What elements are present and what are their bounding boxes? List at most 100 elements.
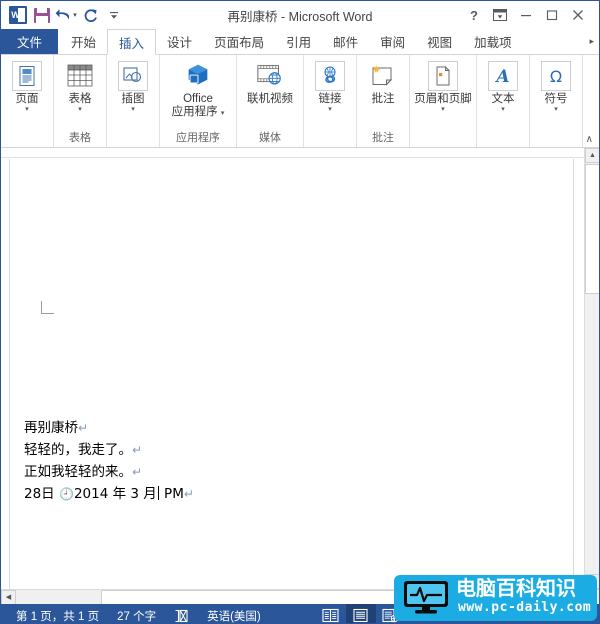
document-page[interactable]: 再别康桥↵ 轻轻的，我走了。↵ 正如我轻轻的来。↵ 28日 🕘2014 年 3 … xyxy=(9,159,574,589)
tab-home[interactable]: 开始 xyxy=(60,29,107,54)
ribbon-group-label-text xyxy=(477,130,529,147)
tab-references[interactable]: 引用 xyxy=(275,29,322,54)
ribbon-group-symbols: Ω 符号 ▾ xyxy=(530,55,583,147)
svg-text:Ω: Ω xyxy=(550,67,562,86)
view-buttons xyxy=(316,604,406,623)
horizontal-scroll-thumb[interactable] xyxy=(101,589,491,605)
tab-page-layout[interactable]: 页面布局 xyxy=(203,29,275,54)
ribbon-group-comments: 批注 批注 xyxy=(357,55,410,147)
vertical-scroll-thumb[interactable] xyxy=(585,164,599,294)
print-layout-view-button[interactable] xyxy=(345,604,376,623)
clock-icon: 🕘 xyxy=(58,487,74,501)
doc-line-4-text: 2014 年 3 月 xyxy=(73,486,157,502)
save-button[interactable] xyxy=(31,4,53,26)
customize-qat-button[interactable] xyxy=(103,4,125,26)
title-bar: W ▾ 再别康桥 - Microsoft Word ? xyxy=(1,1,599,29)
online-video-button[interactable]: 联机视频 xyxy=(237,59,303,106)
minimize-button[interactable] xyxy=(513,4,539,26)
tab-mailings[interactable]: 邮件 xyxy=(322,29,369,54)
paragraph-mark: ↵ xyxy=(132,443,143,457)
table-caret-icon[interactable]: ▾ xyxy=(78,106,82,114)
redo-button[interactable] xyxy=(79,4,101,26)
doc-line-1: 再别康桥↵ xyxy=(24,417,194,439)
ribbon-group-label-header-footer xyxy=(410,130,476,147)
doc-line-4-suffix: PM xyxy=(159,486,184,502)
doc-line-4: 28日 🕘2014 年 3 月 PM↵ xyxy=(24,483,194,505)
collapse-ribbon-button[interactable]: ∧ xyxy=(586,134,593,145)
pages-caret-icon[interactable]: ▾ xyxy=(25,106,29,114)
tab-overflow-arrow[interactable]: ▸ xyxy=(584,29,599,54)
ribbon-group-apps: Office 应用程序 ▾ 应用程序 xyxy=(160,55,237,147)
tab-view[interactable]: 视图 xyxy=(416,29,463,54)
text-caret-icon[interactable]: ▾ xyxy=(501,106,505,114)
text-label: 文本 xyxy=(491,93,515,105)
svg-text:A: A xyxy=(494,67,509,87)
web-layout-view-button[interactable] xyxy=(376,604,406,623)
link-icon xyxy=(315,61,345,91)
tab-addins[interactable]: 加载项 xyxy=(463,29,523,54)
minimize-icon xyxy=(521,15,531,17)
restore-button[interactable] xyxy=(539,4,565,26)
word-count-status[interactable]: 27 个字 xyxy=(108,604,165,623)
chevron-down-icon xyxy=(110,12,118,19)
page-number-status[interactable]: 第 1 页，共 1 页 xyxy=(7,604,108,623)
ribbon-group-pages: 页面 ▾ xyxy=(1,55,54,147)
illustrations-button[interactable]: 插图 ▾ xyxy=(107,59,159,114)
proofing-status[interactable] xyxy=(165,604,198,623)
link-button[interactable]: 链接 ▾ xyxy=(304,59,356,114)
header-footer-caret-icon[interactable]: ▾ xyxy=(441,106,445,114)
header-footer-button[interactable]: 页眉和页脚 ▾ xyxy=(410,59,476,114)
paragraph-mark: ↵ xyxy=(78,421,89,435)
close-icon xyxy=(573,10,583,20)
ribbon-display-options-button[interactable] xyxy=(487,4,513,26)
pages-icon xyxy=(12,61,42,91)
text-icon: A xyxy=(488,61,518,91)
text-button[interactable]: A 文本 ▾ xyxy=(477,59,529,114)
table-button[interactable]: 表格 ▾ xyxy=(54,59,106,114)
scroll-up-button[interactable]: ▲ xyxy=(585,148,599,163)
window-controls: ? xyxy=(461,4,599,26)
ribbon-group-label-links xyxy=(304,130,356,147)
pages-button[interactable]: 页面 ▾ xyxy=(1,59,53,114)
doc-line-3: 正如我轻轻的来。↵ xyxy=(24,461,194,483)
help-icon: ? xyxy=(470,7,478,23)
ribbon-group-media: 联机视频 媒体 xyxy=(237,55,304,147)
document-text[interactable]: 再别康桥↵ 轻轻的，我走了。↵ 正如我轻轻的来。↵ 28日 🕘2014 年 3 … xyxy=(24,417,194,505)
read-mode-view-button[interactable] xyxy=(316,604,346,623)
language-status[interactable]: 英语(美国) xyxy=(198,604,270,623)
undo-button[interactable]: ▾ xyxy=(55,4,77,26)
online-video-icon xyxy=(255,61,285,91)
undo-dropdown-caret[interactable]: ▾ xyxy=(73,11,77,19)
horizontal-scrollbar[interactable]: ◀ xyxy=(1,589,599,605)
symbol-caret-icon[interactable]: ▾ xyxy=(554,106,558,114)
scroll-down-button[interactable]: ▼ xyxy=(585,574,599,589)
status-bar: 第 1 页，共 1 页 27 个字 英语(美国) xyxy=(1,604,599,623)
ribbon-options-icon xyxy=(493,9,507,21)
doc-line-2: 轻轻的，我走了。↵ xyxy=(24,439,194,461)
tab-review[interactable]: 审阅 xyxy=(369,29,416,54)
symbol-icon: Ω xyxy=(541,61,571,91)
illustrations-caret-icon[interactable]: ▾ xyxy=(131,106,135,114)
close-button[interactable] xyxy=(565,4,591,26)
scroll-left-button[interactable]: ◀ xyxy=(1,589,16,605)
ribbon: 页面 ▾ 表格 ▾ 表格 插图 ▾ Office 应用程序 ▾ 应用程序 联机视… xyxy=(1,55,599,148)
symbol-button[interactable]: Ω 符号 ▾ xyxy=(530,59,582,114)
paragraph-mark: ↵ xyxy=(132,465,143,479)
horizontal-scroll-track[interactable] xyxy=(16,589,599,605)
help-button[interactable]: ? xyxy=(461,4,487,26)
ribbon-group-text: A 文本 ▾ xyxy=(477,55,530,147)
tab-file[interactable]: 文件 xyxy=(1,29,59,54)
vertical-scrollbar[interactable]: ▲ ▼ xyxy=(584,148,599,589)
redo-icon xyxy=(84,8,97,22)
office-apps-label-line2: 应用程序 ▾ xyxy=(172,106,225,120)
text-cursor xyxy=(157,486,159,500)
word-app-icon: W xyxy=(7,4,29,26)
office-apps-button[interactable]: Office 应用程序 ▾ xyxy=(160,59,236,120)
tab-insert[interactable]: 插入 xyxy=(107,29,157,55)
illustrations-icon xyxy=(118,61,148,91)
comment-button[interactable]: 批注 xyxy=(357,59,409,106)
tab-design[interactable]: 设计 xyxy=(156,29,203,54)
ribbon-group-label-media: 媒体 xyxy=(259,132,281,144)
link-caret-icon[interactable]: ▾ xyxy=(328,106,332,114)
office-apps-caret-icon[interactable]: ▾ xyxy=(221,110,225,117)
